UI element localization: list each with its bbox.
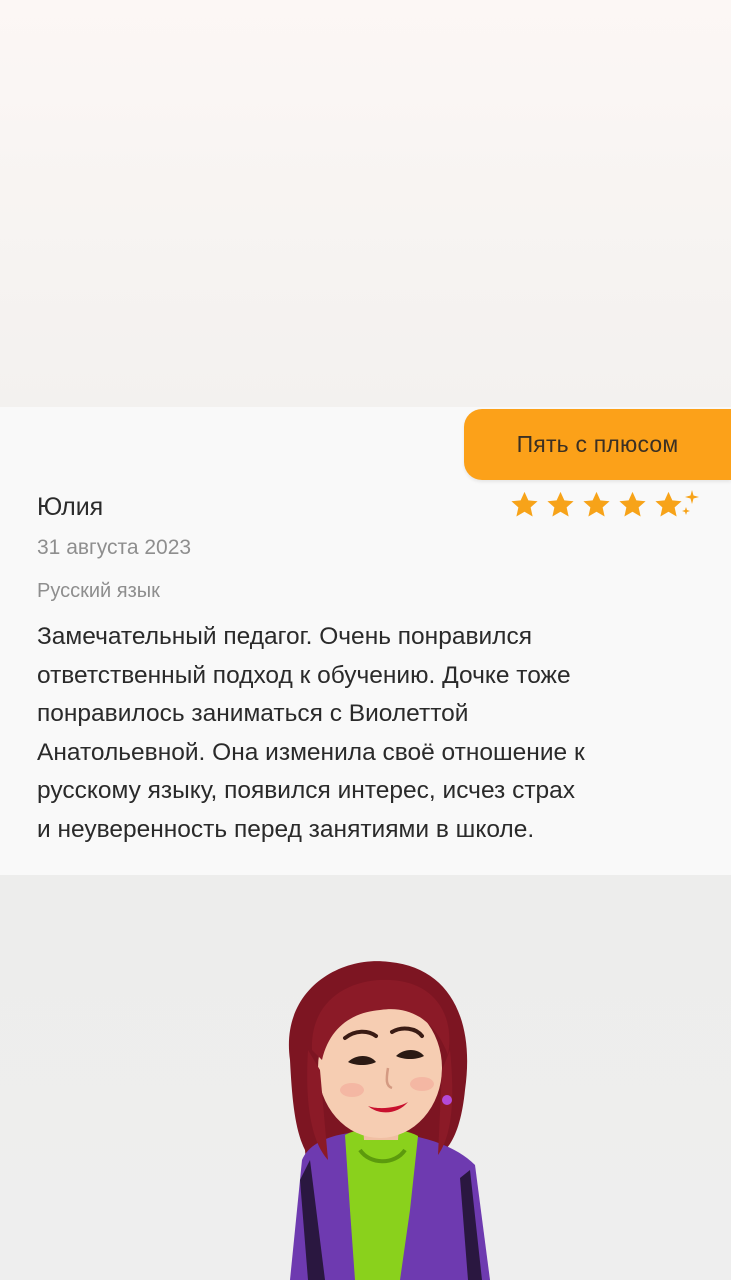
star-icon [616, 489, 649, 521]
sparkle-icon [682, 490, 699, 515]
top-background [0, 0, 731, 407]
rating-badge-label: Пять с плюсом [516, 431, 679, 457]
review-subject: Русский язык [37, 580, 160, 602]
review-text: Замечательный педагог. Очень понравился … [37, 623, 585, 843]
star-icon [652, 489, 685, 521]
star-icon [544, 489, 577, 521]
rating-stars [508, 486, 685, 524]
star-icon [508, 489, 541, 521]
review-date: 31 августа 2023 [37, 536, 192, 559]
star-icon [580, 489, 613, 521]
memoji-avatar [288, 961, 490, 1280]
reviewer-name: Юлия [37, 493, 104, 521]
rating-badge: Пять с плюсом [464, 409, 731, 480]
